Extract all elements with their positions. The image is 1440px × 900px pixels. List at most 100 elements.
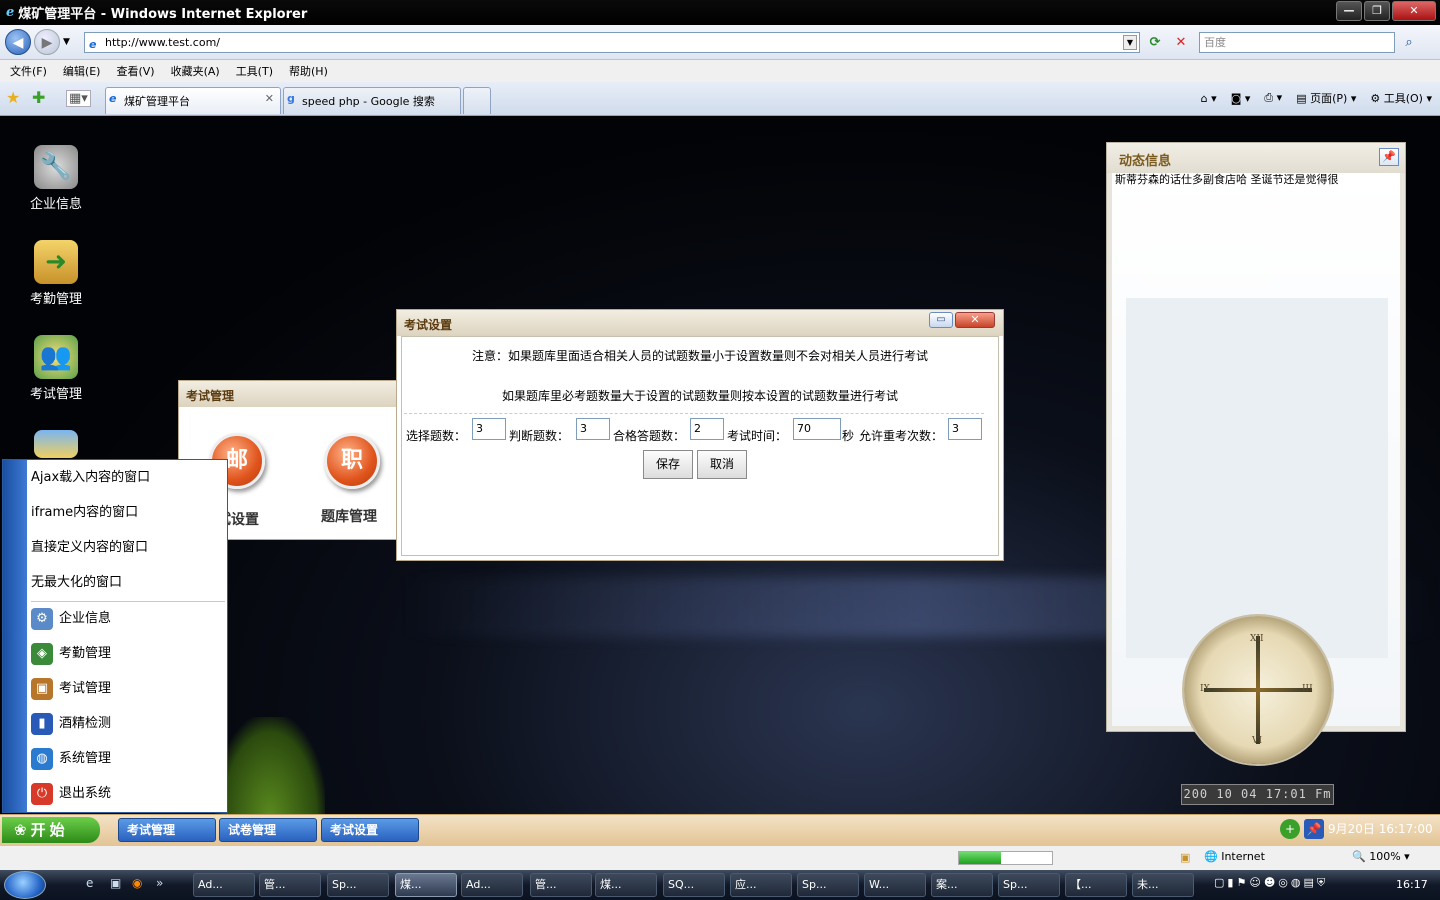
add-icon[interactable]: + (1280, 819, 1300, 839)
tray-icon[interactable]: ▤ (1304, 876, 1314, 890)
desktop-icon-exam[interactable]: 👥 考试管理 (18, 335, 94, 402)
menu-item-alcohol-test[interactable]: ▮ 酒精检测 (31, 709, 223, 739)
os-task-button[interactable]: 未... (1132, 873, 1194, 897)
quick-tabs-icon[interactable]: ▦▾ (66, 90, 91, 107)
os-task-button[interactable]: Sp... (998, 873, 1060, 897)
feeds-icon[interactable]: ◙ ▾ (1231, 92, 1251, 105)
history-dropdown-icon[interactable]: ▼ (63, 37, 70, 47)
web-task-exam-management[interactable]: 考试管理 (118, 818, 216, 842)
zoom-control[interactable]: 🔍 100% ▾ (1352, 850, 1410, 863)
os-task-button[interactable]: 煤... (395, 873, 457, 897)
menu-item-logout[interactable]: ⏻ 退出系统 (31, 779, 223, 809)
os-task-button[interactable]: 【... (1065, 873, 1127, 897)
os-task-button[interactable]: Ad... (461, 873, 523, 897)
quicklaunch-ie-icon[interactable]: e (86, 876, 93, 890)
os-task-button[interactable]: 管... (259, 873, 321, 897)
print-icon[interactable]: ⎙ ▾ (1264, 91, 1282, 105)
quicklaunch-firefox-icon[interactable]: ◉ (132, 876, 142, 890)
os-task-button[interactable]: W... (864, 873, 926, 897)
desktop-icon-partial[interactable] (18, 430, 94, 462)
tray-icon[interactable]: ◎ (1278, 876, 1288, 890)
tray-icon[interactable]: ⛨ (1317, 876, 1325, 890)
tray-icon[interactable]: ▢ (1214, 876, 1224, 890)
stop-icon[interactable]: ✕ (1171, 33, 1191, 53)
menu-favorites[interactable]: 收藏夹(A) (171, 63, 220, 79)
desktop-icon-enterprise[interactable]: 🔧 企业信息 (18, 145, 94, 212)
refresh-icon[interactable]: ⟳ (1145, 33, 1165, 53)
address-dropdown-icon[interactable]: ▼ (1123, 35, 1137, 50)
quicklaunch-desktop-icon[interactable]: ▣ (110, 876, 121, 890)
page-menu[interactable]: ▤ 页面(P) ▾ (1296, 90, 1356, 106)
menu-item-no-maximize-window[interactable]: 无最大化的窗口 (31, 568, 223, 598)
minimize-button[interactable]: — (1336, 1, 1362, 21)
search-input[interactable]: 百度 (1199, 32, 1395, 53)
pass-count-input[interactable]: 2 (690, 418, 724, 440)
os-task-button[interactable]: 案... (931, 873, 993, 897)
info-panel-text: 斯蒂芬森的话仕多副食店哈 圣诞节还是觉得很 (1115, 173, 1339, 186)
os-start-button[interactable] (4, 871, 46, 899)
tray-icon[interactable]: ☻ (1264, 876, 1275, 890)
close-button[interactable]: ✕ (1392, 1, 1436, 21)
choice-count-input[interactable]: 3 (472, 418, 506, 440)
tab-active[interactable]: e 煤矿管理平台 ✕ (105, 87, 281, 114)
menu-item-label: 酒精检测 (59, 716, 112, 731)
maximize-button[interactable]: ❐ (1364, 1, 1390, 21)
address-input[interactable]: e http://www.test.com/ ▼ (84, 32, 1140, 53)
menu-item-exam[interactable]: ▣ 考试管理 (31, 674, 223, 704)
favorites-star-icon[interactable]: ★ (6, 88, 20, 107)
menu-item-iframe-window[interactable]: iframe内容的窗口 (31, 498, 223, 528)
os-task-button[interactable]: Sp... (797, 873, 859, 897)
menu-help[interactable]: 帮助(H) (289, 63, 328, 79)
tray-icon[interactable]: ⚑ (1236, 876, 1246, 890)
menu-item-attendance[interactable]: ◈ 考勤管理 (31, 639, 223, 669)
os-task-button[interactable]: SQ... (663, 873, 725, 897)
question-bank-app-icon[interactable]: 职 (324, 433, 380, 489)
menu-edit[interactable]: 编辑(E) (63, 63, 101, 79)
os-task-button[interactable]: Ad... (193, 873, 255, 897)
internet-zone[interactable]: 🌐 Internet (1204, 850, 1265, 863)
command-bar: ⌂ ▾ ◙ ▾ ⎙ ▾ ▤ 页面(P) ▾ ⚙ 工具(O) ▾ (1201, 90, 1432, 106)
os-task-button[interactable]: 煤... (595, 873, 657, 897)
web-start-button[interactable]: ❀开始 (2, 817, 100, 843)
menu-item-enterprise[interactable]: ⚙ 企业信息 (31, 604, 223, 634)
os-task-button[interactable]: Sp... (327, 873, 389, 897)
search-icon[interactable]: ⌕ (1398, 32, 1420, 53)
tray-icon[interactable]: ☺ (1249, 876, 1260, 890)
menu-file[interactable]: 文件(F) (10, 63, 47, 79)
judge-count-input[interactable]: 3 (576, 418, 610, 440)
menu-item-system[interactable]: ◍ 系统管理 (31, 744, 223, 774)
tab-close-icon[interactable]: ✕ (265, 92, 274, 105)
compass-clock: XII III VI IX (1184, 616, 1332, 764)
pin-icon[interactable]: 📌 (1304, 819, 1324, 839)
tab-label: 煤矿管理平台 (124, 95, 190, 108)
menu-tools[interactable]: 工具(T) (236, 63, 273, 79)
tray-icon[interactable]: ◍ (1291, 876, 1301, 890)
cancel-button[interactable]: 取消 (697, 450, 747, 479)
desktop-icon-attendance[interactable]: ➜ 考勤管理 (18, 240, 94, 307)
tools-menu[interactable]: ⚙ 工具(O) ▾ (1370, 90, 1432, 106)
back-button[interactable]: ◀ (5, 29, 31, 55)
tab-google[interactable]: g speed php - Google 搜索 (283, 87, 461, 114)
menu-view[interactable]: 查看(V) (116, 63, 154, 79)
new-tab-button[interactable] (463, 87, 491, 114)
pin-icon[interactable]: 📌 (1379, 148, 1399, 166)
tray-icon[interactable]: ▮ (1227, 876, 1233, 890)
forward-button[interactable]: ▶ (34, 29, 60, 55)
retry-count-input[interactable]: 3 (948, 418, 982, 440)
home-icon[interactable]: ⌂ ▾ (1201, 92, 1217, 105)
web-task-paper-management[interactable]: 试卷管理 (219, 818, 317, 842)
close-icon[interactable]: ✕ (955, 312, 995, 328)
quicklaunch-more-icon[interactable]: » (156, 876, 163, 890)
exam-time-input[interactable]: 70 (793, 418, 841, 440)
add-favorite-icon[interactable]: ✚ (32, 88, 45, 107)
save-button[interactable]: 保存 (643, 450, 693, 479)
web-task-exam-settings[interactable]: 考试设置 (321, 818, 419, 842)
address-toolbar: ◀ ▶ ▼ e http://www.test.com/ ▼ ⟳ ✕ 百度 ⌕ (0, 25, 1440, 60)
os-task-button[interactable]: 管... (530, 873, 592, 897)
menu-item-ajax-window[interactable]: Ajax载入内容的窗口 (31, 463, 223, 493)
menu-bar: 文件(F) 编辑(E) 查看(V) 收藏夹(A) 工具(T) 帮助(H) (0, 60, 1440, 82)
pass-count-label: 合格答题数： (613, 429, 686, 443)
menu-item-direct-window[interactable]: 直接定义内容的窗口 (31, 533, 223, 563)
os-task-button[interactable]: 应... (730, 873, 792, 897)
minimize-icon[interactable]: ▭ (929, 312, 953, 328)
